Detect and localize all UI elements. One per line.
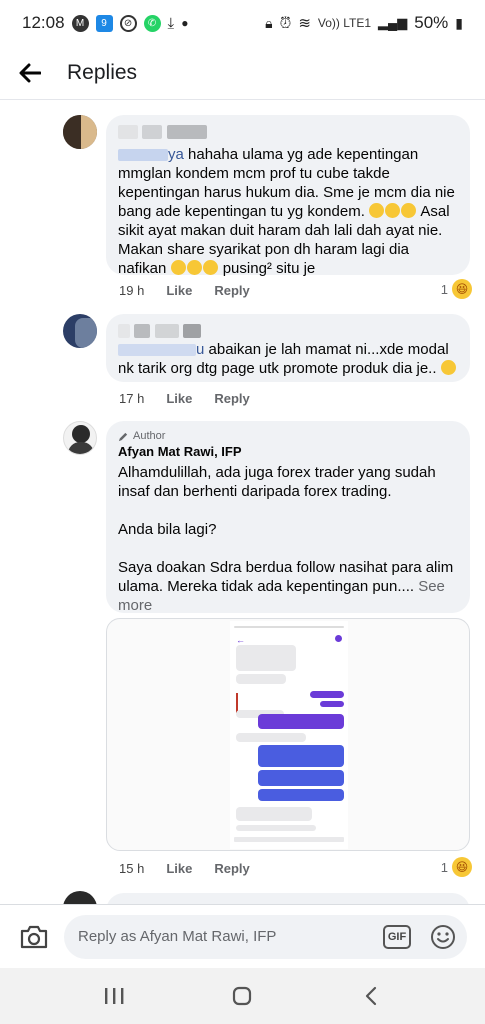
lock-icon: 🔒︎	[265, 14, 273, 31]
system-nav-bar	[0, 968, 485, 1024]
comment-1-actions: 19 h Like Reply	[119, 283, 250, 298]
redacted-name-block	[183, 323, 202, 338]
status-right: 🔒︎ ⏰︎ ≋ Vo)) LTE1 ▂▄▆ 50% ▮	[265, 13, 463, 33]
commenter-2-avatar[interactable]	[63, 314, 97, 348]
screenshot-back-arrow-icon: ←	[236, 635, 245, 645]
blocked-notification-icon: ⊘	[119, 14, 137, 32]
rofl-emoji-icon	[385, 203, 401, 218]
haha-reaction-icon: 😆︎	[452, 279, 472, 299]
comment-1-bubble: ya hahaha ulama yg ade kepentingan mmgla…	[106, 115, 470, 278]
app-header: Replies	[0, 46, 485, 100]
comment-1-text-part3: pusing² situ je	[218, 260, 316, 277]
calendar-notification-icon: 9	[95, 14, 113, 32]
back-arrow-icon	[19, 63, 41, 82]
comment-1-reaction-count: 1	[440, 281, 448, 297]
page-title: Replies	[67, 60, 138, 84]
back-nav-button[interactable]	[351, 976, 391, 1016]
comment-2-reply-button[interactable]: Reply	[214, 391, 249, 406]
rofl-emoji-icon	[186, 260, 202, 275]
author-badge: Author	[118, 429, 458, 443]
redacted-name-block	[134, 323, 151, 338]
comment-3-text: Alhamdulillah, ada juga forex trader yan…	[118, 463, 458, 615]
recent-apps-icon	[105, 988, 124, 1004]
battery-percent: 50%	[414, 13, 449, 32]
comment-3-reaction-count: 1	[440, 859, 448, 875]
reply-input[interactable]: Reply as Afyan Mat Rawi, IFP GIF	[64, 914, 467, 959]
rofl-emoji-icon	[369, 203, 385, 218]
haha-reaction-icon: 😆︎	[452, 857, 472, 877]
redacted-name-block	[118, 124, 138, 139]
tagged-name[interactable]: ya	[168, 146, 184, 163]
back-button[interactable]	[0, 46, 60, 100]
comment-2-text: u abaikan je lah mamat ni...xde modal nk…	[118, 340, 458, 378]
signal-icon: ▂▄▆	[378, 15, 408, 30]
camera-icon	[20, 925, 48, 948]
wifi-icon: ≋	[298, 15, 311, 32]
emoji-button[interactable]	[429, 923, 457, 951]
status-bar: 12:08 M 9 ⊘ ✆ ⤓ ● 🔒︎ ⏰︎ ≋ Vo)) LTE1 ▂▄▆ …	[0, 0, 485, 46]
comment-2-like-button[interactable]: Like	[166, 391, 192, 406]
comment-2-bubble: u abaikan je lah mamat ni...xde modal nk…	[106, 314, 470, 382]
redacted-name-block	[118, 323, 130, 338]
battery-icon: ▮	[455, 14, 463, 31]
grinning-sweat-emoji-icon	[440, 360, 456, 375]
camera-button[interactable]	[14, 917, 54, 957]
comment-3-text-body: Alhamdulillah, ada juga forex trader yan…	[118, 464, 454, 595]
comment-3-like-button[interactable]: Like	[166, 861, 192, 876]
alarm-icon: ⏰︎	[279, 14, 292, 32]
comment-3-image-attachment[interactable]: ←	[106, 618, 470, 851]
reply-bar: Reply as Afyan Mat Rawi, IFP GIF	[0, 904, 485, 968]
pencil-icon	[118, 432, 128, 441]
rofl-emoji-icon	[202, 260, 218, 275]
download-icon: ⤓	[167, 14, 175, 32]
home-icon	[233, 986, 252, 1006]
tagged-name[interactable]: u	[196, 341, 204, 358]
comment-2-actions: 17 h Like Reply	[119, 391, 250, 406]
comments-list: ya hahaha ulama yg ade kepentingan mmgla…	[0, 101, 485, 904]
screenshot-menu-icon	[335, 635, 342, 642]
author-name[interactable]: Afyan Mat Rawi, IFP	[118, 443, 458, 461]
next-comment-avatar[interactable]	[63, 891, 97, 904]
rofl-emoji-icon	[170, 260, 186, 275]
comment-3-actions: 15 h Like Reply	[119, 861, 250, 876]
reply-input-placeholder: Reply as Afyan Mat Rawi, IFP	[78, 928, 277, 945]
network-label: Vo)) LTE1	[317, 16, 372, 30]
redacted-name-block	[142, 124, 163, 139]
redacted-name-block	[118, 344, 196, 357]
rofl-emoji-icon	[401, 203, 417, 218]
comment-3-reply-button[interactable]: Reply	[214, 861, 249, 876]
smiley-icon	[431, 924, 455, 949]
author-badge-label: Author	[133, 430, 166, 442]
next-comment-bubble	[106, 893, 470, 904]
comment-1-reply-button[interactable]: Reply	[214, 283, 249, 298]
gif-button[interactable]: GIF	[383, 924, 411, 949]
redacted-name-block	[118, 149, 168, 162]
messenger-notification-icon: M	[71, 14, 89, 32]
comment-3-reactions[interactable]: 1 😆︎	[441, 857, 472, 877]
more-notifications-dot-icon: ●	[181, 16, 189, 30]
back-chevron-icon	[365, 986, 376, 1006]
comment-3-bubble: Author Afyan Mat Rawi, IFP Alhamdulillah…	[106, 421, 470, 615]
redacted-name-block	[166, 124, 207, 139]
author-avatar[interactable]	[63, 421, 97, 455]
status-time: 12:08	[22, 13, 65, 32]
comment-1-time: 19 h	[119, 283, 145, 298]
commenter-1-name[interactable]	[118, 123, 458, 139]
comment-1-like-button[interactable]: Like	[166, 283, 192, 298]
recent-apps-button[interactable]	[94, 976, 134, 1016]
commenter-1-avatar[interactable]	[63, 115, 97, 149]
comment-1-text: ya hahaha ulama yg ade kepentingan mmgla…	[118, 145, 458, 278]
redacted-name-block	[154, 323, 179, 338]
comment-1-reactions[interactable]: 1 😆︎	[441, 279, 472, 299]
comment-3-time: 15 h	[119, 861, 145, 876]
home-button[interactable]	[222, 976, 262, 1016]
whatsapp-notification-icon: ✆	[143, 14, 161, 32]
chat-screenshot-image: ←	[230, 621, 348, 849]
status-left: 12:08 M 9 ⊘ ✆ ⤓ ●	[22, 13, 188, 33]
comment-2-time: 17 h	[119, 391, 145, 406]
commenter-2-name[interactable]	[118, 322, 458, 338]
